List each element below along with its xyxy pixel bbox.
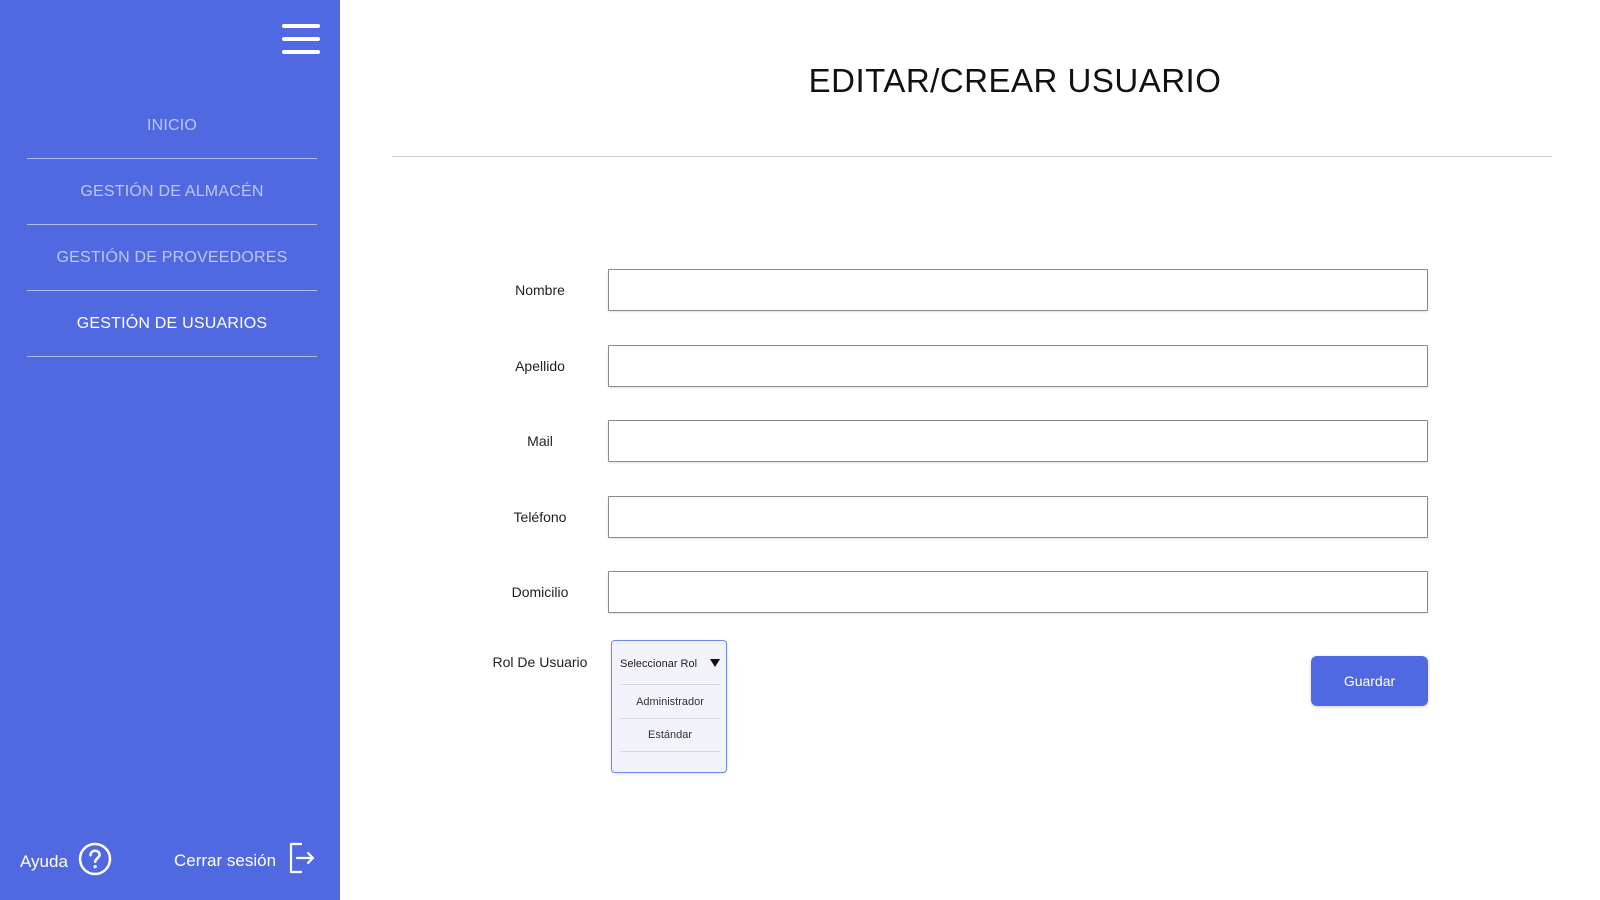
role-option-administrador[interactable]: Administrador — [620, 684, 720, 718]
role-option-estandar[interactable]: Estándar — [620, 718, 720, 752]
sidebar-item-almacen[interactable]: GESTIÓN DE ALMACÉN — [27, 159, 317, 225]
sidebar-item-proveedores[interactable]: GESTIÓN DE PROVEEDORES — [27, 225, 317, 291]
apellido-label: Apellido — [515, 358, 565, 374]
hamburger-menu-icon[interactable] — [282, 24, 320, 58]
help-label: Ayuda — [20, 851, 68, 871]
apellido-input[interactable] — [608, 345, 1428, 387]
question-circle-icon — [78, 842, 112, 881]
mail-input[interactable] — [608, 420, 1428, 462]
domicilio-input[interactable] — [608, 571, 1428, 613]
page-title: EDITAR/CREAR USUARIO — [808, 62, 1222, 99]
title-divider — [392, 156, 1552, 157]
domicilio-label: Domicilio — [511, 584, 569, 600]
nombre-input[interactable] — [608, 269, 1428, 311]
sidebar-item-inicio[interactable]: INICIO — [27, 93, 317, 159]
logout-label: Cerrar sesión — [174, 850, 277, 870]
sidebar-footer: Ayuda Cerrar sesión — [0, 820, 340, 900]
form-row-telefono: Teléfono — [480, 496, 1430, 538]
telefono-input[interactable] — [608, 496, 1428, 538]
caret-down-icon — [710, 658, 720, 670]
role-dropdown[interactable]: Seleccionar Rol Administrador Estándar — [611, 640, 727, 773]
sidebar-item-usuarios[interactable]: GESTIÓN DE USUARIOS — [27, 291, 317, 357]
sidebar-nav: INICIO GESTIÓN DE ALMACÉN GESTIÓN DE PRO… — [27, 93, 317, 357]
help-link[interactable]: Ayuda — [20, 842, 112, 881]
sidebar: INICIO GESTIÓN DE ALMACÉN GESTIÓN DE PRO… — [0, 0, 340, 900]
logout-link[interactable]: Cerrar sesión — [174, 842, 316, 879]
role-placeholder: Seleccionar Rol — [620, 658, 698, 670]
nombre-label: Nombre — [515, 282, 565, 298]
save-button[interactable]: Guardar — [1311, 656, 1428, 706]
form-row-mail: Mail — [480, 420, 1430, 462]
form-row-domicilio: Domicilio — [480, 571, 1430, 613]
logout-icon — [288, 842, 316, 879]
telefono-label: Teléfono — [513, 509, 567, 525]
form-row-nombre: Nombre — [480, 269, 1430, 311]
role-label: Rol De Usuario — [492, 654, 588, 670]
form-row-apellido: Apellido — [480, 345, 1430, 387]
role-select[interactable]: Seleccionar Rol — [620, 649, 720, 679]
mail-label: Mail — [527, 433, 553, 449]
